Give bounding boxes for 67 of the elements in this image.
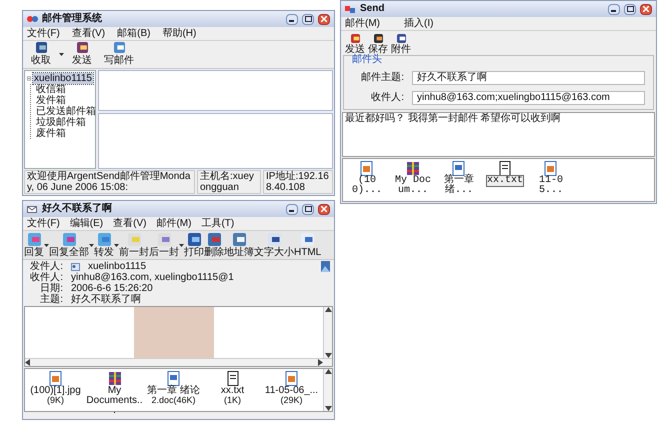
header-label: 日期: — [39, 284, 63, 294]
toolbar-button[interactable]: 打印 — [184, 232, 204, 258]
input-field[interactable]: yinhu8@163.com;xuelingbo1115@163.com — [412, 90, 645, 104]
menu-item[interactable]: 文件(F) — [27, 28, 60, 38]
tree-item[interactable]: 已发送邮件箱 — [35, 106, 97, 117]
toolbar-button[interactable]: 写邮件 — [100, 41, 138, 68]
menu-item[interactable]: 文件(F) — [27, 218, 60, 228]
status-text: 主机名:xueyongguan — [197, 170, 261, 194]
window-title: Send — [360, 4, 384, 14]
menu-item[interactable]: 邮件(M) — [156, 218, 192, 228]
menu-item[interactable]: 查看(V) — [72, 28, 106, 38]
attachment-item[interactable]: (100)... — [347, 176, 387, 196]
status-text: IP地址:192.168.40.108 — [263, 170, 333, 194]
header-label: 主题: — [39, 294, 63, 304]
toolbar-button[interactable]: 发送 — [68, 41, 96, 68]
attachment-size: (9K) — [46, 396, 64, 405]
attachment-item[interactable]: 第一章绪... — [439, 176, 479, 196]
toolbar-button[interactable]: 发送 — [345, 33, 365, 55]
attachment-size: (1K) — [224, 396, 241, 405]
message-body[interactable]: 最近都好吗？ 我得第一封邮件 希望你可以收到啊 — [342, 112, 655, 157]
menu-item[interactable]: 邮件(M) — [345, 18, 380, 28]
tree-item[interactable]: 发件箱 — [35, 95, 67, 106]
window-title: 好久不联系了啊 — [42, 204, 112, 214]
toolbar-button[interactable]: 删除 — [204, 232, 224, 258]
window-title: 邮件管理系统 — [42, 14, 102, 24]
menu-item[interactable]: 帮助(H) — [162, 28, 196, 38]
header-value: 好久不联系了啊 — [71, 294, 141, 304]
group-title: 邮件头 — [352, 55, 383, 65]
header-value: 2006-6-6 15:26:20 — [71, 284, 153, 294]
toolbar-button[interactable]: 保存 — [368, 33, 388, 55]
attachment-item[interactable]: 11-05... — [531, 176, 571, 196]
attachment-item[interactable]: (100)[1].jpg — [30, 386, 81, 396]
field-label: 收件人: — [370, 91, 404, 105]
toolbar-button[interactable]: 回复全部 — [49, 232, 89, 258]
toolbar-button[interactable]: 转发 — [94, 232, 114, 258]
attachment-item[interactable]: My Docum... — [393, 176, 433, 196]
menu-item[interactable]: 查看(V) — [113, 218, 146, 228]
toolbar-button[interactable]: HTML — [294, 232, 322, 258]
header-label: 收件人: — [29, 272, 63, 282]
attachment-size: (29K) — [280, 396, 302, 405]
field-label: 邮件主题: — [360, 70, 404, 85]
status-text: 欢迎使用ArgentSend邮件管理Monday, 06 June 2006 15:08: — [24, 170, 195, 194]
toolbar-button[interactable]: 回复 — [24, 232, 44, 258]
attachment-item[interactable]: 第一章 绪论 — [147, 386, 200, 396]
menu-item[interactable]: 工具(T) — [201, 218, 234, 228]
toolbar-button[interactable]: 收取 — [27, 41, 55, 68]
header-value: yinhu8@163.com, xuelingbo1115@1 — [71, 272, 234, 282]
tree-item[interactable]: 收信箱 — [35, 84, 67, 95]
header-value: xuelinbo1115 — [88, 262, 146, 272]
attachment-item[interactable]: 11-05-06_... — [264, 386, 318, 396]
input-field[interactable]: 好久不联系了啊 — [412, 70, 645, 84]
menu-item[interactable]: 编辑(E) — [70, 218, 104, 228]
toolbar-button[interactable]: 前一封 — [119, 232, 149, 258]
tree-item[interactable]: 垃圾邮件箱 — [35, 117, 87, 128]
toolbar-button[interactable]: 附件 — [391, 33, 411, 55]
attachment-item[interactable]: xx.txt — [486, 176, 523, 186]
toolbar-button[interactable]: 文字大小 — [254, 232, 294, 258]
menu-item[interactable]: 插入(I) — [404, 18, 434, 28]
menu-item[interactable]: 邮箱(B) — [117, 28, 150, 38]
attachment-item[interactable]: My Documents... — [86, 386, 143, 416]
attachment-size: 2.doc(46K) — [151, 396, 196, 405]
header-label: 发件人: — [29, 262, 63, 272]
tree-item[interactable]: 废件箱 — [35, 128, 67, 139]
tree-item[interactable]: xuelinbo1115 — [32, 73, 93, 84]
toolbar-button[interactable]: 地址簿 — [224, 232, 254, 258]
attachment-item[interactable]: xx.txt — [220, 386, 244, 396]
toolbar-button[interactable]: 后一封 — [149, 232, 179, 258]
